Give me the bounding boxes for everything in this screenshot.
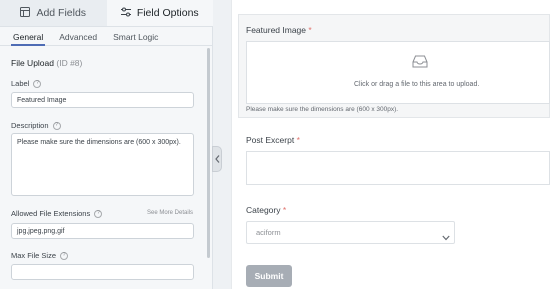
tab-add-fields-label: Add Fields [36, 7, 87, 19]
chevron-down-icon [442, 228, 450, 246]
grid-plus-icon [20, 6, 31, 20]
description-caption-text: Description [11, 121, 49, 130]
post-excerpt-label-text: Post Excerpt [246, 135, 295, 145]
label-caption-text: Label [11, 79, 30, 88]
submit-button[interactable]: Submit [246, 265, 292, 287]
tab-smart-logic[interactable]: Smart Logic [111, 28, 160, 46]
label-caption: Label ? [11, 79, 42, 88]
tab-add-fields[interactable]: Add Fields [0, 0, 107, 26]
options-sub-tabs: General Advanced Smart Logic [0, 28, 213, 46]
upload-tray-icon [412, 55, 428, 73]
category-label-text: Category [246, 205, 281, 215]
description-textarea[interactable]: Please make sure the dimensions are (600… [11, 133, 194, 196]
category-select[interactable]: aciform [246, 221, 455, 244]
extensions-input[interactable]: jpg,jpeg,png,gif [11, 223, 194, 239]
chevron-left-icon [214, 150, 220, 168]
extensions-caption-text: Allowed File Extensions [11, 209, 91, 218]
required-mark: * [296, 135, 300, 145]
sliders-icon [120, 7, 131, 20]
category-selected-value: aciform [256, 228, 281, 237]
help-icon[interactable]: ? [33, 79, 42, 88]
extensions-caption: Allowed File Extensions ? [11, 209, 103, 218]
tab-field-options-label: Field Options [136, 7, 199, 19]
panel-tabs: Add Fields Field Options [0, 0, 213, 27]
required-mark: * [282, 205, 287, 215]
post-excerpt-label: Post Excerpt * [246, 135, 300, 145]
required-mark: * [308, 25, 312, 35]
field-type-name: File Upload [11, 58, 54, 68]
post-excerpt-input[interactable] [246, 151, 550, 185]
description-caption: Description ? [11, 121, 61, 130]
featured-image-label: Featured Image * [246, 25, 312, 35]
see-more-details-link[interactable]: See More Details [147, 210, 193, 216]
field-type-title: File Upload (ID #8) [11, 58, 82, 68]
file-dropzone[interactable] [246, 41, 550, 104]
field-id: (ID #8) [56, 58, 83, 68]
help-icon[interactable]: ? [94, 209, 103, 218]
label-input[interactable]: Featured Image [11, 92, 194, 108]
dropzone-text: Click or drag a file to this area to upl… [354, 81, 480, 88]
tab-advanced[interactable]: Advanced [57, 28, 99, 46]
help-icon[interactable]: ? [52, 121, 61, 130]
category-label: Category * [246, 205, 286, 215]
max-size-caption-text: Max File Size [11, 251, 57, 260]
tab-general[interactable]: General [11, 28, 46, 46]
max-size-input[interactable] [11, 264, 194, 280]
featured-image-label-text: Featured Image [246, 25, 307, 35]
collapse-panel-button[interactable] [212, 146, 222, 172]
form-divider [231, 0, 232, 289]
help-icon[interactable]: ? [60, 251, 69, 260]
dimension-note: Please make sure the dimensions are (600… [246, 106, 399, 113]
field-options-panel: Add Fields Field Options General Advance… [0, 0, 213, 289]
panel-scrollbar[interactable] [207, 48, 210, 258]
tab-field-options[interactable]: Field Options [106, 0, 213, 26]
max-size-caption: Max File Size ? [11, 251, 69, 260]
